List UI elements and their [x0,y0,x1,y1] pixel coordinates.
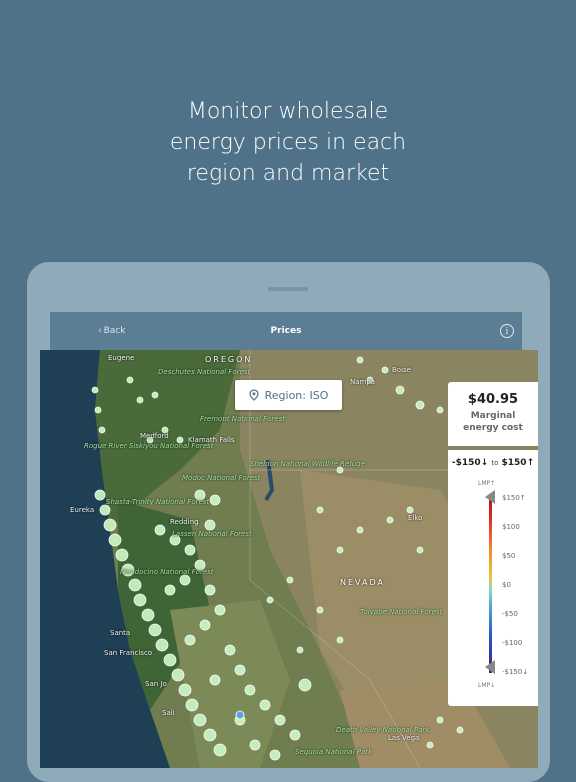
park-label: Deschutes National Forest [158,368,251,376]
park-label: Mendocino National Forest [120,568,214,576]
park-label: Sheldon National Wildlife Refuge [250,460,365,468]
legend-range-high: $150↑ [501,458,535,468]
info-icon[interactable]: i [500,324,514,338]
marginal-cost-value: $40.95 [467,392,519,407]
city-label: Sali [162,709,175,717]
legend-tick: $50 [502,552,516,560]
park-label: Modoc National Forest [182,474,261,482]
region-selector-label: Region: ISO [264,388,329,402]
legend-tick: $150↑ [502,494,526,502]
marginal-cost-label-line-2: energy cost [463,423,523,433]
legend-tick: -$150↓ [502,668,529,676]
city-label: Eureka [70,506,95,514]
city-label: Las Vega [388,734,420,742]
city-label: Elko [408,514,423,522]
city-label: San Francisco [104,649,153,657]
park-label: Fremont National Forest [200,415,285,423]
headline-line-1: Monitor wholesale [187,99,389,124]
legend-range-low: -$150↓ [451,458,489,468]
marginal-cost-card: $40.95 Marginal energy cost [448,382,538,446]
city-label: Medford [140,432,169,440]
park-label: Sequoia National Park [295,748,373,756]
park-label: Toiyabe National Forest [360,608,443,616]
state-label: NEVADA [340,578,385,587]
legend-upper-handle[interactable] [485,490,495,504]
legend-tick: -$50 [502,610,518,618]
location-pin-icon [249,389,259,401]
legend-bottom-label: LMP↓ [478,682,496,689]
park-label: Death Valley National Park [336,726,430,734]
headline-line-3: region and market [186,161,390,186]
city-label: San Jo [145,680,167,688]
city-label: Boise [392,366,411,374]
city-label: Nampa [350,378,376,386]
headline-line-2: energy prices in each [169,130,407,155]
park-label: Rogue River Siskiyou National Forest [84,442,214,450]
legend-color-scale [489,498,492,673]
legend-range-to: to [491,459,499,467]
legend-tick: -$100 [502,639,523,647]
marginal-cost-label: Marginal energy cost [448,410,538,434]
back-button[interactable]: ‹ Back [98,326,125,336]
tablet-speaker-slot [268,287,308,291]
park-label: Shasta-Trinity National Forest [106,498,210,506]
legend-top-label: LMP↑ [478,480,496,487]
marginal-cost-label-line-1: Marginal [470,411,516,421]
legend-tick: $100 [502,523,520,531]
state-label: OREGON [205,355,253,364]
price-legend: -$150↓ to $150↑ LMP↑ $150↑ $100 $50 $0 -… [448,450,538,706]
legend-tick: $0 [502,581,511,589]
park-label: Lassen National Forest [172,530,252,538]
chevron-left-icon: ‹ [98,326,102,336]
city-label: Redding [170,518,199,526]
legend-lower-handle[interactable] [485,660,495,674]
page-title: Prices [270,326,302,336]
city-label: Santa [110,629,131,637]
headline: Monitor wholesale energy prices in each … [0,96,576,189]
region-selector-button[interactable]: Region: ISO [235,380,342,410]
back-label: Back [103,326,126,336]
legend-range: -$150↓ to $150↑ [448,458,538,468]
city-label: Eugene [108,354,135,362]
